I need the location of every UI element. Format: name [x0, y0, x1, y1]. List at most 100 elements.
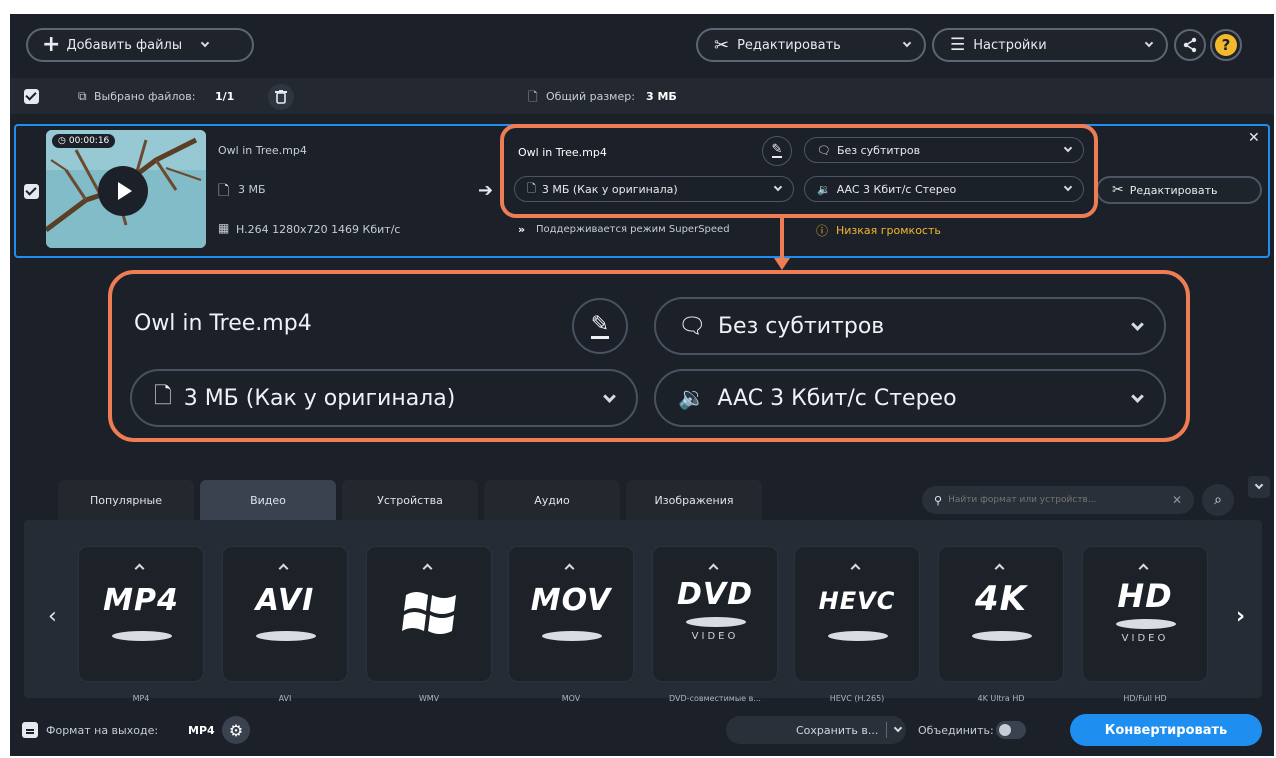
- zoom-output-size-value: 3 МБ (Как у оригинала): [183, 385, 456, 411]
- convert-button[interactable]: Конвертировать: [1070, 714, 1262, 746]
- zoom-output-size-select[interactable]: 🗋 3 МБ (Как у оригинала): [130, 369, 638, 427]
- format-card-mov[interactable]: MOV: [508, 546, 634, 682]
- zoom-rename-button[interactable]: ✎: [572, 298, 628, 354]
- format-card-hd[interactable]: HD VIDEO: [1082, 546, 1208, 682]
- format-card-hevc[interactable]: HEVC: [794, 546, 920, 682]
- output-settings-button[interactable]: ⚙: [222, 716, 250, 744]
- edit-menu-label: Редактировать: [737, 37, 841, 53]
- select-all-checkbox[interactable]: [24, 89, 39, 104]
- video-thumbnail[interactable]: ◷ 00:00:16: [46, 130, 206, 248]
- chevron-down-icon: [1254, 480, 1264, 490]
- file-size-icon: 🗋: [218, 183, 230, 199]
- merge-toggle[interactable]: [996, 721, 1026, 739]
- format-label-4k: 4K Ultra HD: [977, 694, 1025, 703]
- edit-file-button[interactable]: ✂ Редактировать: [1096, 176, 1262, 204]
- mp4-logo: MP4: [103, 583, 179, 618]
- tab-devices[interactable]: Устройства: [342, 480, 478, 520]
- selection-bar: [10, 78, 1274, 114]
- file-search-icon: ⌕: [1214, 492, 1222, 508]
- total-size-icon: 🗋: [528, 90, 538, 104]
- help-button[interactable]: ?: [1210, 29, 1242, 61]
- duration-badge: ◷ 00:00:16: [52, 134, 116, 148]
- file-checkbox[interactable]: [24, 184, 39, 199]
- clear-search-icon[interactable]: ✕: [1172, 493, 1182, 507]
- save-to-divider: [886, 722, 888, 738]
- mov-logo: MOV: [530, 583, 612, 618]
- zoom-subtitles-value: Без субтитров: [717, 313, 885, 339]
- share-icon: [1183, 37, 1197, 53]
- callout-highlight-box: [500, 124, 1098, 218]
- edit-file-label: Редактировать: [1129, 183, 1218, 197]
- format-label-dvd: DVD-совместимые в...: [669, 694, 761, 703]
- hd-disc-icon: [1116, 619, 1176, 629]
- format-label-avi: AVI: [278, 694, 292, 703]
- video-disc-icon: [112, 631, 172, 641]
- edit-menu-button[interactable]: ✂ Редактировать: [696, 28, 926, 62]
- settings-button[interactable]: ☰ Настройки: [932, 28, 1168, 62]
- share-button[interactable]: [1174, 29, 1206, 61]
- video-disc-icon: [828, 631, 888, 641]
- clock-icon: ◷: [58, 136, 66, 146]
- delete-button[interactable]: [268, 84, 294, 110]
- add-files-dropdown-icon: [200, 38, 210, 48]
- play-button[interactable]: [98, 166, 148, 216]
- expand-icon: [850, 563, 861, 574]
- output-format-icon: [22, 722, 38, 738]
- collapse-panel-button[interactable]: [1248, 476, 1270, 498]
- convert-label: Конвертировать: [1104, 722, 1228, 738]
- zoom-audio-select[interactable]: 🔉 AAC 3 Кбит/с Стерео: [654, 369, 1166, 427]
- help-icon: ?: [1215, 34, 1237, 56]
- format-panel: [24, 520, 1262, 698]
- save-to-button[interactable]: Сохранить в...: [726, 716, 906, 744]
- selected-files-icon: ⧉: [78, 89, 87, 103]
- format-card-wmv[interactable]: [366, 546, 492, 682]
- format-info-button[interactable]: ⌕: [1202, 484, 1234, 516]
- edit-tools-icon: ✂: [1112, 182, 1124, 198]
- tab-audio[interactable]: Аудио: [484, 480, 620, 520]
- tab-devices-label: Устройства: [377, 493, 443, 507]
- zoom-subtitles-select[interactable]: 🗨 Без субтитров: [654, 297, 1166, 355]
- prev-formats-button[interactable]: ‹: [48, 604, 57, 629]
- selected-files-value: 1/1: [215, 90, 235, 103]
- duration-value: 00:00:16: [68, 136, 110, 146]
- format-card-mp4[interactable]: MP4: [78, 546, 204, 682]
- tab-images[interactable]: Изображения: [626, 480, 762, 520]
- tools-icon: ✂: [714, 34, 730, 56]
- dvd-logo: DVD: [676, 577, 754, 612]
- zoom-pencil-icon: ✎: [590, 311, 610, 339]
- edit-dropdown-icon: [902, 38, 912, 48]
- format-card-4k[interactable]: 4K: [938, 546, 1064, 682]
- zoom-output-size-icon: 🗋: [154, 384, 172, 409]
- tab-images-label: Изображения: [654, 493, 734, 507]
- remove-file-button[interactable]: ✕: [1248, 130, 1260, 146]
- format-search[interactable]: ⚲ ✕: [922, 486, 1194, 514]
- app-window: + Добавить файлы ✂ Редактировать ☰ Настр…: [10, 14, 1274, 756]
- format-label-wmv: WMV: [418, 694, 440, 703]
- add-files-label: Добавить файлы: [66, 37, 183, 53]
- gear-icon: ⚙: [228, 720, 244, 740]
- add-files-button[interactable]: + Добавить файлы: [26, 28, 254, 62]
- expand-icon: [994, 563, 1005, 574]
- zoom-output-name: Owl in Tree.mp4: [134, 311, 312, 336]
- expand-icon: [708, 563, 719, 574]
- search-input[interactable]: [948, 495, 1172, 505]
- format-card-avi[interactable]: AVI: [222, 546, 348, 682]
- video-disc-icon: [972, 631, 1032, 641]
- output-format-value: MP4: [188, 724, 215, 737]
- tab-popular[interactable]: Популярные: [58, 480, 194, 520]
- search-icon: ⚲: [934, 493, 943, 507]
- tab-video-label: Видео: [250, 493, 286, 507]
- format-card-dvd[interactable]: DVD VIDEO: [652, 546, 778, 682]
- tab-popular-label: Популярные: [90, 493, 162, 507]
- settings-icon: ☰: [950, 35, 966, 55]
- tab-video[interactable]: Видео: [200, 480, 336, 520]
- trash-icon: [275, 90, 287, 104]
- zoom-output-size-dropdown-icon: [603, 389, 616, 403]
- next-formats-button[interactable]: ›: [1236, 604, 1245, 629]
- merge-label: Объединить:: [918, 724, 994, 737]
- callout-arrow-icon: [774, 258, 790, 270]
- file-size: 3 МБ: [238, 183, 266, 196]
- zoom-subtitles-icon: 🗨: [678, 313, 706, 339]
- zoom-audio-icon: 🔉: [678, 385, 706, 411]
- tab-audio-label: Аудио: [534, 493, 570, 507]
